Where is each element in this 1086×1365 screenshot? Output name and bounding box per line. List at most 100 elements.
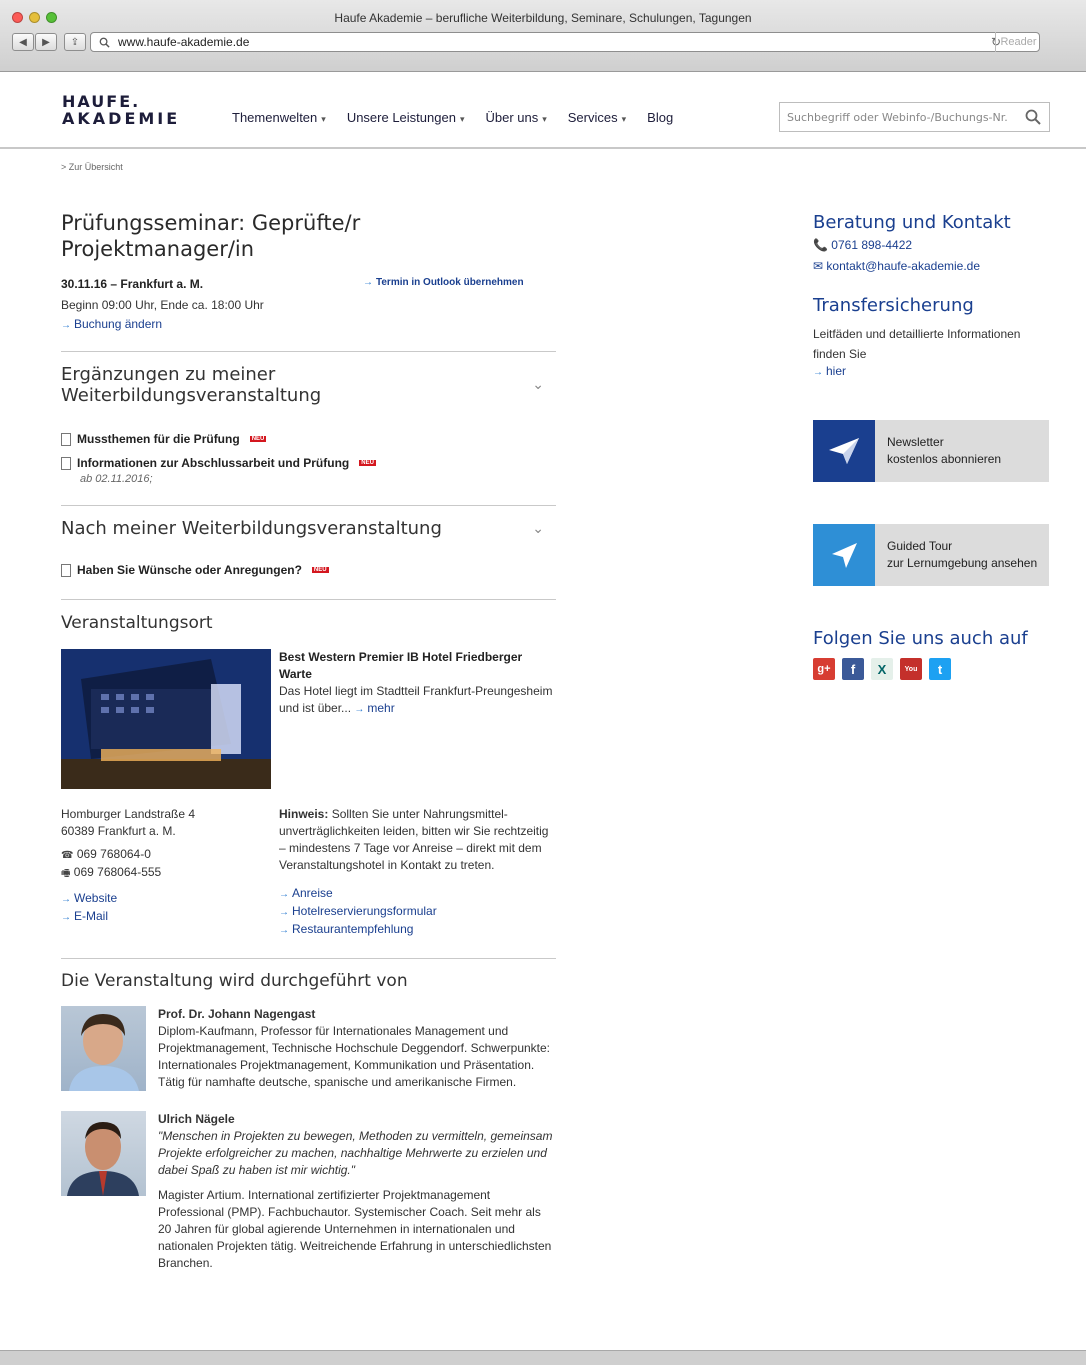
hotel-description: Das Hotel liegt im Stadtteil Frankfurt-P… <box>279 684 553 715</box>
search-icon <box>99 37 110 48</box>
contact-phone-link[interactable]: 📞 0761 898-4422 <box>813 238 1053 252</box>
venue-address: Homburger Landstraße 4 60389 Frankfurt a… <box>61 806 279 939</box>
nav-blog[interactable]: Blog <box>647 110 673 125</box>
chevron-down-icon: ▾ <box>321 114 326 124</box>
arrow-right-icon: → <box>279 925 289 936</box>
reader-button[interactable]: Reader <box>995 32 1041 52</box>
transfer-heading: Transfersicherung <box>813 295 974 316</box>
document-date-note: ab 02.11.2016; <box>80 473 153 485</box>
supplements-section-toggle[interactable]: Ergänzungen zu meiner Weiterbildungsvera… <box>61 364 556 406</box>
guided-tour-tile[interactable]: Guided Tour zur Lernumgebung ansehen <box>813 524 1049 586</box>
new-badge: NEU <box>249 436 267 442</box>
website-link[interactable]: → Website <box>61 890 279 908</box>
arrow-right-icon: → <box>363 277 373 288</box>
divider <box>61 505 556 506</box>
arrow-right-icon: → <box>61 320 71 331</box>
arrow-right-icon: → <box>61 912 71 923</box>
trainer-card: Prof. Dr. Johann Nagengast Diplom-Kaufma… <box>61 1006 556 1091</box>
url-text: www.haufe-akademie.de <box>118 35 250 49</box>
browser-status-bar <box>0 1350 1086 1365</box>
chevron-down-icon: ⌄ <box>532 520 544 537</box>
hotel-details: Best Western Premier IB Hotel Friedberge… <box>279 649 554 789</box>
divider <box>61 599 556 600</box>
new-badge: NEU <box>311 567 329 573</box>
google-plus-icon[interactable]: g+ <box>813 658 835 680</box>
new-badge: NEU <box>359 460 376 466</box>
back-button[interactable]: ◀ <box>12 33 34 51</box>
arrow-right-icon: → <box>279 889 289 900</box>
twitter-icon[interactable]: t <box>929 658 951 680</box>
browser-chrome: Haufe Akademie – berufliche Weiterbildun… <box>0 0 1086 72</box>
newsletter-subtitle: kostenlos abonnieren <box>887 452 1002 466</box>
haufe-akademie-logo[interactable]: HAUFE. AKADEMIE <box>62 93 180 127</box>
facebook-icon[interactable]: f <box>842 658 864 680</box>
youtube-icon[interactable]: You <box>900 658 922 680</box>
arrow-right-icon: → <box>279 907 289 918</box>
event-time: Beginn 09:00 Uhr, Ende ca. 18:00 Uhr <box>61 298 264 312</box>
nav-themenwelten[interactable]: Themenwelten ▾ <box>232 110 326 125</box>
document-icon <box>61 432 71 446</box>
document-link[interactable]: Haben Sie Wünsche oder Anregungen? NEU <box>61 563 556 577</box>
contact-email-link[interactable]: ✉ kontakt@haufe-akademie.de <box>813 259 1053 273</box>
breadcrumb[interactable]: > Zur Übersicht <box>61 162 123 172</box>
guided-tour-subtitle: zur Lernumgebung ansehen <box>887 556 1038 570</box>
venue-fax: 🖷 069 768064-555 <box>61 865 162 879</box>
change-booking-link[interactable]: → Buchung ändern <box>61 317 556 331</box>
paper-plane-icon <box>813 420 875 482</box>
nav-ueber-uns[interactable]: Über uns ▾ <box>485 110 546 125</box>
trainer-card: Ulrich Nägele "Menschen in Projekten zu … <box>61 1111 556 1272</box>
nav-unsere-leistungen[interactable]: Unsere Leistungen ▾ <box>347 110 465 125</box>
document-link[interactable]: Informationen zur Abschlussarbeit und Pr… <box>61 456 556 470</box>
social-links: g+ f X You t <box>813 658 1053 680</box>
site-search-input[interactable]: Suchbegriff oder Webinfo-/Buchungs-Nr. <box>779 102 1050 132</box>
sidebar: Beratung und Kontakt 📞 0761 898-4422 ✉ k… <box>813 212 1053 680</box>
trainer-photo <box>61 1006 146 1091</box>
mail-icon: ✉ <box>813 259 824 273</box>
main-content: Prüfungsseminar: Geprüfte/r Projektmanage… <box>61 210 556 1272</box>
venue-phone: ☎ 069 768064-0 <box>61 847 151 861</box>
arrival-link[interactable]: → Anreise <box>279 885 554 903</box>
newsletter-tile[interactable]: Newsletter kostenlos abonnieren <box>813 420 1049 482</box>
trainer-photo <box>61 1111 146 1196</box>
phone-icon: ☎ <box>61 850 74 861</box>
outlook-link[interactable]: → Termin in Outlook übernehmen <box>363 277 524 288</box>
hotel-name: Best Western Premier IB Hotel Friedberge… <box>279 650 523 681</box>
address-bar[interactable]: www.haufe-akademie.de ↻ Reader <box>90 32 1040 52</box>
share-button[interactable]: ⇪ <box>64 33 86 51</box>
event-date-place: 30.11.16 – Frankfurt a. M. → Termin in Ou… <box>61 277 524 291</box>
search-placeholder: Suchbegriff oder Webinfo-/Buchungs-Nr. <box>787 110 1008 124</box>
divider <box>61 958 556 959</box>
trainer-info: Ulrich Nägele "Menschen in Projekten zu … <box>158 1112 553 1270</box>
hotel-more-link[interactable]: → mehr <box>354 701 394 715</box>
hotel-block: Best Western Premier IB Hotel Friedberge… <box>61 649 556 789</box>
window-title: Haufe Akademie – berufliche Weiterbildun… <box>334 11 752 25</box>
transfer-link[interactable]: → hier <box>813 364 1053 378</box>
trainer-info: Prof. Dr. Johann Nagengast Diplom-Kaufma… <box>158 1007 551 1089</box>
document-link[interactable]: Mussthemen für die Prüfung NEU <box>61 432 556 446</box>
divider <box>61 351 556 352</box>
xing-icon[interactable]: X <box>871 658 893 680</box>
search-icon[interactable] <box>1025 109 1041 125</box>
site-header: HAUFE. AKADEMIE Themenwelten ▾ Unsere Lei… <box>0 72 1086 149</box>
newsletter-title: Newsletter <box>887 435 944 449</box>
forward-button[interactable]: ▶ <box>35 33 57 51</box>
chevron-down-icon: ⌄ <box>532 377 544 393</box>
restaurant-link[interactable]: → Restaurantempfehlung <box>279 921 554 939</box>
after-section-toggle[interactable]: Nach meiner Weiterbildungsveranstaltung ⌄ <box>61 518 556 539</box>
guided-tour-title: Guided Tour <box>887 539 953 553</box>
venue-info: Homburger Landstraße 4 60389 Frankfurt a… <box>61 806 556 939</box>
arrow-right-icon: → <box>61 894 71 905</box>
page-title: Prüfungsseminar: Geprüfte/r Projektmanage… <box>61 211 361 261</box>
phone-icon: 📞 <box>813 238 828 252</box>
chevron-down-icon: ▾ <box>621 114 627 124</box>
hotel-reservation-link[interactable]: → Hotelreservierungsformular <box>279 903 554 921</box>
arrow-right-icon: → <box>813 367 823 378</box>
contact-heading: Beratung und Kontakt <box>813 212 1011 233</box>
main-navigation: Themenwelten ▾ Unsere Leistungen ▾ Über un… <box>232 110 673 125</box>
transfer-text: Leitfäden und detaillierte Informationen… <box>813 327 1021 361</box>
navigation-arrow-icon <box>813 524 875 586</box>
nav-services[interactable]: Services ▾ <box>568 110 626 125</box>
document-icon <box>61 456 71 470</box>
email-link[interactable]: → E-Mail <box>61 908 279 926</box>
chevron-down-icon: ▾ <box>459 114 465 124</box>
